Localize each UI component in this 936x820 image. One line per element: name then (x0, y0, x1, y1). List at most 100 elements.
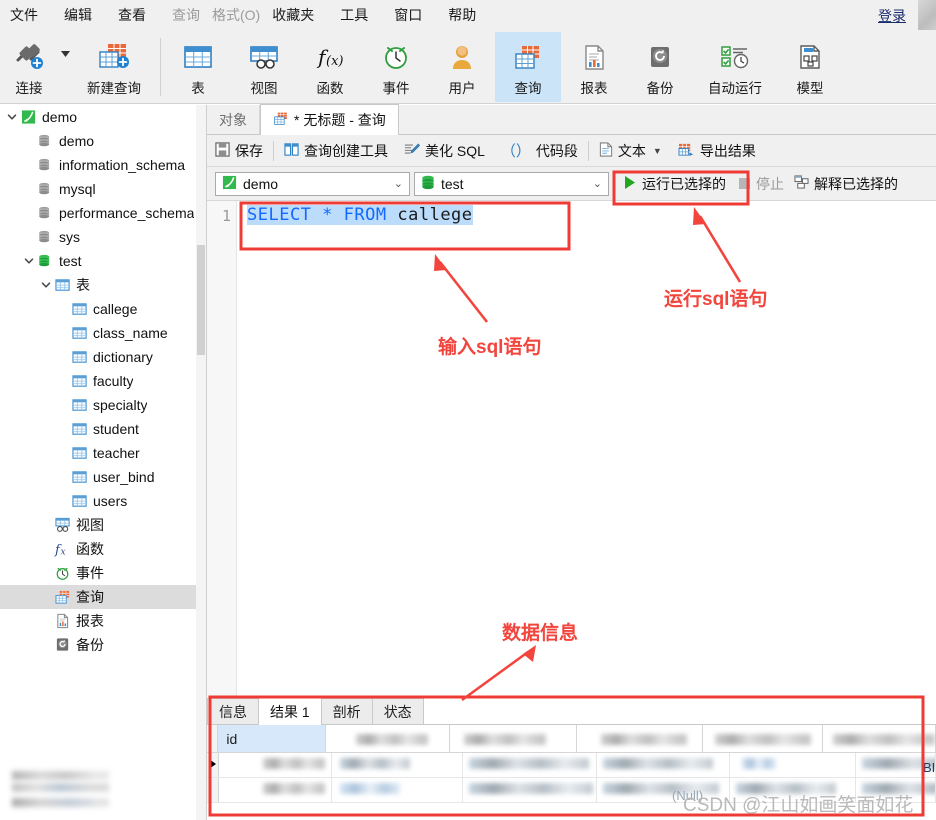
twisty-down-icon[interactable] (38, 273, 53, 297)
connection-select[interactable]: demo ⌄ (215, 172, 410, 196)
toolbar-button-model[interactable]: 模型 (777, 32, 843, 102)
sidebar-scrollbar-track[interactable] (196, 105, 206, 820)
cell-3[interactable] (463, 778, 597, 802)
tree-node-student[interactable]: student (0, 417, 206, 441)
menu-item-tools[interactable]: 工具 (340, 0, 368, 30)
tree-node-label: specialty (93, 397, 147, 413)
toolbar-label-event: 事件 (383, 77, 410, 97)
database-icon (421, 175, 435, 193)
code-snippet-button[interactable]: （） 代码段 (493, 136, 586, 166)
function-fx-icon: f (x) (315, 38, 345, 76)
export-result-button[interactable]: 导出结果 (670, 136, 764, 166)
tree-node-sys[interactable]: sys (0, 225, 206, 249)
window-resize-corner[interactable] (918, 0, 936, 32)
tree-node-查询[interactable]: 查询 (0, 585, 206, 609)
menu-item-view[interactable]: 查看 (118, 0, 146, 30)
tree-node-faculty[interactable]: faculty (0, 369, 206, 393)
result-tab-info[interactable]: 信息 (207, 698, 259, 724)
cell-4[interactable] (597, 753, 730, 777)
sql-table-name: callege (397, 205, 472, 225)
twisty-down-icon[interactable] (21, 249, 36, 273)
connect-dropdown-caret[interactable] (58, 30, 72, 100)
grid-edge-text: BI (923, 760, 935, 775)
text-view-button[interactable]: 文本 ▼ (591, 136, 670, 166)
cell-2[interactable] (332, 778, 463, 802)
save-button[interactable]: 保存 (207, 136, 271, 166)
beautify-sql-button[interactable]: 美化 SQL (396, 136, 493, 166)
object-tree-sidebar[interactable]: demodemoinformation_schemamysqlperforman… (0, 105, 207, 820)
tree-node-报表[interactable]: 报表 (0, 609, 206, 633)
sidebar-scrollbar-thumb[interactable] (197, 245, 205, 355)
column-header-6[interactable] (823, 725, 936, 752)
tree-node-备份[interactable]: 备份 (0, 633, 206, 657)
tree-node-demo[interactable]: demo (0, 105, 206, 129)
explain-selected-button[interactable]: 解释已选择的 (790, 171, 902, 197)
toolbar-button-function[interactable]: f (x) 函数 (297, 32, 363, 102)
column-header-4[interactable] (577, 725, 703, 752)
query-builder-button[interactable]: 查询创建工具 (276, 136, 396, 166)
tree-node-callege[interactable]: callege (0, 297, 206, 321)
toolbar-button-event[interactable]: 事件 (363, 32, 429, 102)
schema-select[interactable]: test ⌄ (414, 172, 609, 196)
main-toolbar: 连接 新建查询 (0, 30, 936, 104)
sql-code-line[interactable]: SELECT * FROM callege (247, 205, 473, 225)
cell-5[interactable] (730, 753, 856, 777)
run-selected-button[interactable]: 运行已选择的 (617, 171, 733, 197)
cell-id[interactable] (219, 778, 332, 802)
parentheses-icon: （） (501, 140, 531, 161)
tree-node-specialty[interactable]: specialty (0, 393, 206, 417)
tab-objects[interactable]: 对象 (207, 105, 260, 134)
toolbar-label-report: 报表 (581, 77, 608, 97)
tab-untitled-query[interactable]: * 无标题 - 查询 (260, 104, 399, 135)
toolbar-button-table[interactable]: 表 (165, 32, 231, 102)
tree-node-demo[interactable]: demo (0, 129, 206, 153)
column-header-2[interactable] (326, 725, 450, 752)
sql-editor[interactable]: 1 SELECT * FROM callege (207, 201, 936, 781)
tree-node-label: dictionary (93, 349, 153, 365)
tree-node-dictionary[interactable]: dictionary (0, 345, 206, 369)
chevron-down-icon[interactable]: ⌄ (394, 177, 405, 190)
tree-node-class_name[interactable]: class_name (0, 321, 206, 345)
toolbar-button-backup[interactable]: 备份 (627, 32, 693, 102)
cell-id[interactable] (219, 753, 332, 777)
tree-node-teacher[interactable]: teacher (0, 441, 206, 465)
tree-node-performance_schema[interactable]: performance_schema (0, 201, 206, 225)
beautify-sql-label: 美化 SQL (425, 141, 485, 161)
menu-item-help[interactable]: 帮助 (448, 0, 476, 30)
toolbar-button-connect[interactable]: 连接 (0, 32, 58, 102)
tree-node-事件[interactable]: 事件 (0, 561, 206, 585)
chevron-down-icon[interactable]: ▼ (653, 146, 662, 156)
svg-text:(x): (x) (326, 54, 343, 69)
toolbar-button-new-query[interactable]: 新建查询 (72, 32, 156, 102)
toolbar-button-query[interactable]: 查询 (495, 32, 561, 102)
toolbar-button-automation[interactable]: 自动运行 (693, 32, 777, 102)
tree-node-表[interactable]: 表 (0, 273, 206, 297)
toolbar-button-view[interactable]: 视图 (231, 32, 297, 102)
toolbar-button-user[interactable]: 用户 (429, 32, 495, 102)
result-tab-status[interactable]: 状态 (372, 698, 424, 724)
tree-node-test[interactable]: test (0, 249, 206, 273)
column-header-id[interactable]: id (218, 725, 325, 752)
menu-item-edit[interactable]: 编辑 (64, 0, 92, 30)
menu-item-window[interactable]: 窗口 (394, 0, 422, 30)
tree-node-information_schema[interactable]: information_schema (0, 153, 206, 177)
column-header-3[interactable] (450, 725, 577, 752)
login-link[interactable]: 登录 (878, 6, 906, 26)
tree-node-user_bind[interactable]: user_bind (0, 465, 206, 489)
tree-node-函数[interactable]: fx函数 (0, 537, 206, 561)
tree-node-mysql[interactable]: mysql (0, 177, 206, 201)
menu-item-file[interactable]: 文件 (10, 0, 38, 30)
tree-node-users[interactable]: users (0, 489, 206, 513)
twisty-down-icon[interactable] (4, 105, 19, 129)
cell-3[interactable] (463, 753, 597, 777)
result-tab-result1[interactable]: 结果 1 (258, 697, 322, 725)
toolbar-button-report[interactable]: 报表 (561, 32, 627, 102)
table-row[interactable] (207, 753, 936, 778)
chevron-down-icon-2[interactable]: ⌄ (593, 177, 604, 190)
result-tab-profile[interactable]: 剖析 (321, 698, 373, 724)
new-query-icon (96, 38, 132, 76)
tree-node-视图[interactable]: 视图 (0, 513, 206, 537)
column-header-5[interactable] (703, 725, 823, 752)
menu-item-favorites[interactable]: 收藏夹 (272, 0, 314, 30)
cell-2[interactable] (332, 753, 463, 777)
